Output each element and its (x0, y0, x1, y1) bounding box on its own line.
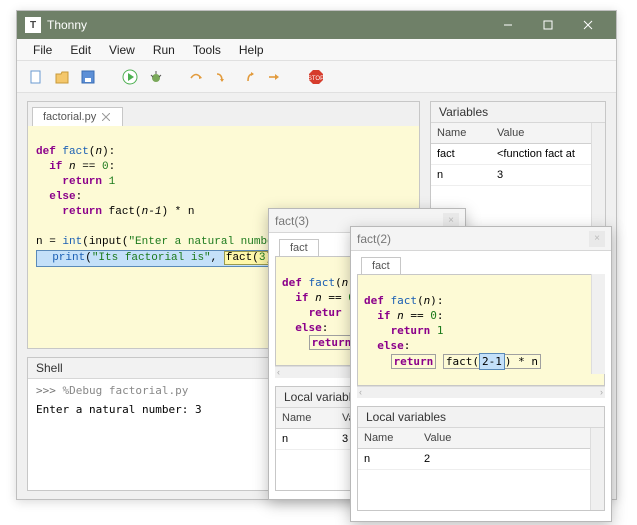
scrollbar-vertical[interactable] (591, 274, 605, 374)
save-icon[interactable] (79, 68, 97, 86)
localvar-row[interactable]: n 2 (358, 449, 590, 470)
debug-icon[interactable] (147, 68, 165, 86)
scrollbar-horizontal[interactable]: ‹› (357, 386, 605, 398)
frame2-content: fact def fact(n): if n == 0: return 1 el… (351, 251, 611, 517)
resume-icon[interactable] (265, 68, 283, 86)
app-logo-icon: T (25, 17, 41, 33)
window-title: Thonny (47, 18, 488, 32)
variables-title: Variables (431, 102, 605, 123)
scrollbar-vertical[interactable] (590, 428, 604, 510)
frame2-localvars: Local variables Name Value n 2 (357, 406, 605, 511)
run-icon[interactable] (121, 68, 139, 86)
new-file-icon[interactable] (27, 68, 45, 86)
frame1-tab[interactable]: fact (279, 239, 319, 256)
open-file-icon[interactable] (53, 68, 71, 86)
menu-tools[interactable]: Tools (185, 41, 229, 59)
menu-view[interactable]: View (101, 41, 143, 59)
editor-tabs: factorial.py (28, 102, 419, 126)
window-controls (488, 11, 608, 39)
editor-tab[interactable]: factorial.py (32, 107, 123, 126)
frame1-title: fact(3) (275, 214, 309, 228)
close-tab-icon[interactable] (102, 112, 112, 122)
frame2-close-icon[interactable]: × (589, 231, 605, 247)
menu-help[interactable]: Help (231, 41, 272, 59)
frame2-localvars-title: Local variables (358, 407, 604, 428)
frame2-tab[interactable]: fact (361, 257, 401, 274)
minimize-button[interactable] (488, 11, 528, 39)
variables-row[interactable]: fact <function fact at (431, 144, 591, 165)
menu-file[interactable]: File (25, 41, 60, 59)
frame2-code: def fact(n): if n == 0: return 1 else: r… (357, 274, 605, 386)
step-out-icon[interactable] (239, 68, 257, 86)
toolbar: STOP (17, 61, 616, 93)
close-button[interactable] (568, 11, 608, 39)
variables-header: Name Value (431, 123, 591, 144)
tab-label: factorial.py (43, 111, 96, 123)
step-into-icon[interactable] (213, 68, 231, 86)
svg-text:STOP: STOP (308, 76, 324, 82)
maximize-button[interactable] (528, 11, 568, 39)
titlebar: T Thonny (17, 11, 616, 39)
frame2-titlebar[interactable]: fact(2) × (351, 227, 611, 251)
menu-edit[interactable]: Edit (62, 41, 99, 59)
frame2-title: fact(2) (357, 232, 391, 246)
current-line-highlight: print("Its factorial is", fact(3)) (36, 250, 284, 267)
menu-run[interactable]: Run (145, 41, 183, 59)
stop-icon[interactable]: STOP (307, 68, 325, 86)
variables-row[interactable]: n 3 (431, 165, 591, 186)
frame2-eval-box: fact(2-1) * n (443, 354, 541, 369)
stack-frame-window-2: fact(2) × fact def fact(n): if n == 0: r… (350, 226, 612, 522)
menubar: File Edit View Run Tools Help (17, 39, 616, 61)
step-over-icon[interactable] (187, 68, 205, 86)
